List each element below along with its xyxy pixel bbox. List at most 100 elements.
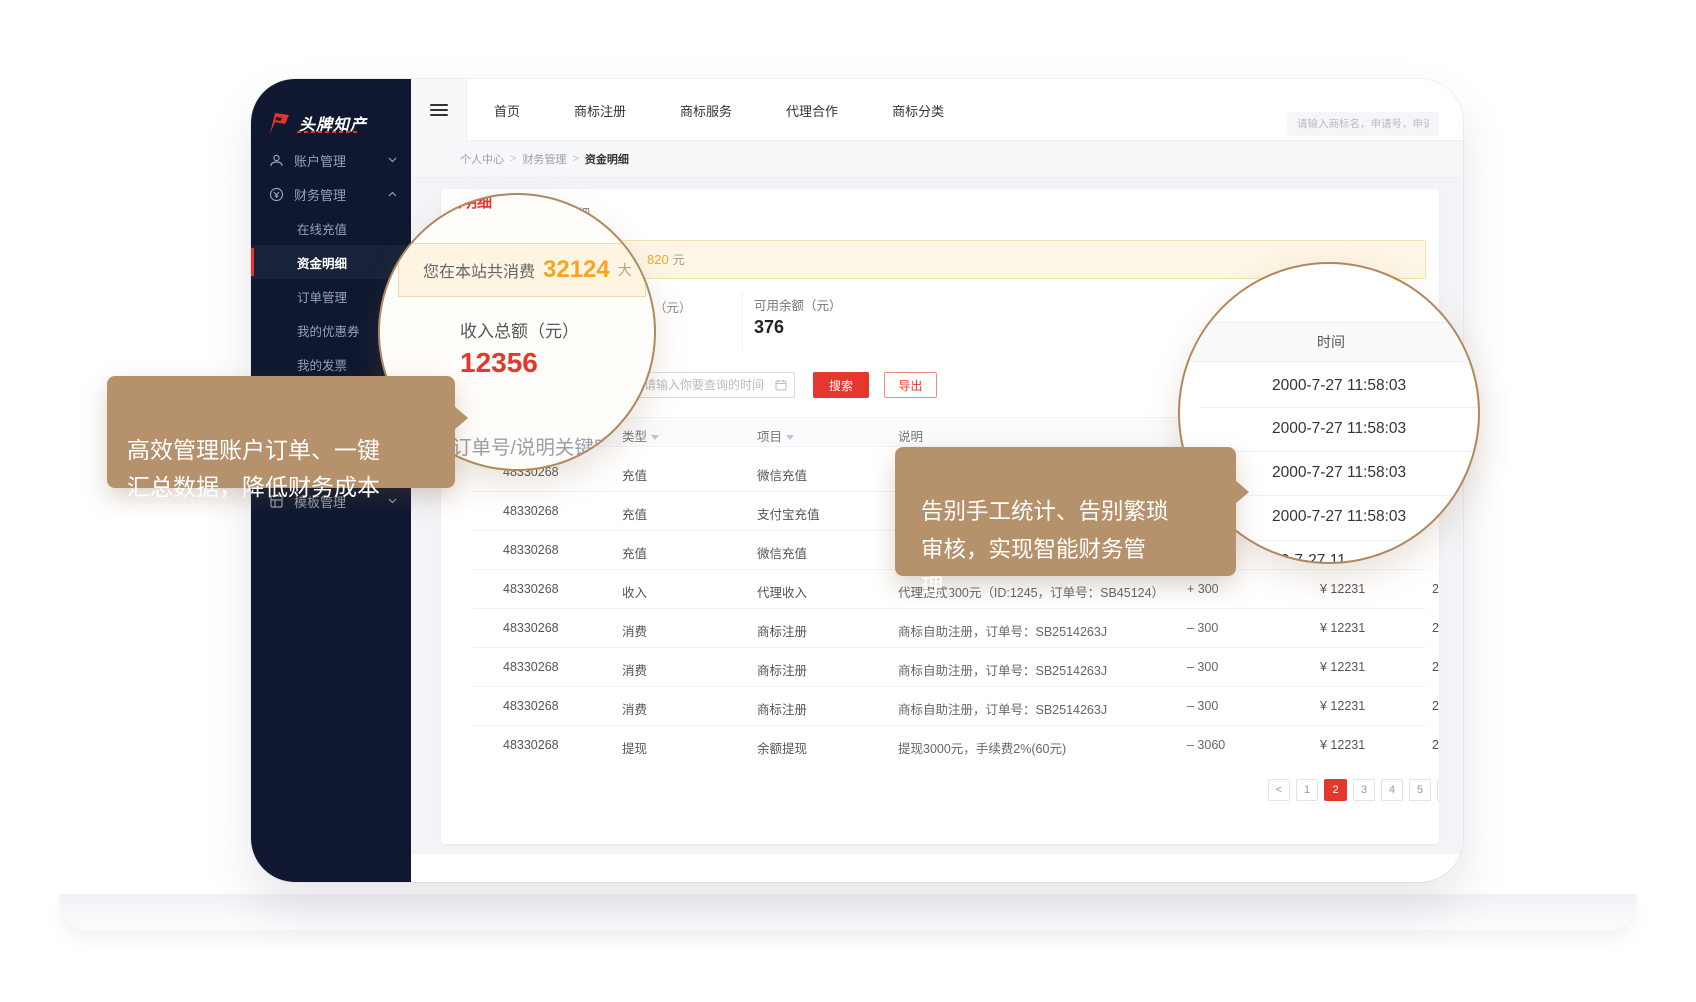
callout-arrow-right-icon [1235,480,1249,504]
cell-type: 收入 [622,582,647,601]
breadcrumb-item[interactable]: 财务管理 [522,151,566,167]
stat-balance-label: 可用余额（元） [754,295,842,314]
cell-type: 消费 [622,621,647,640]
breadcrumb-separator: > [572,153,578,165]
laptop-base [59,894,1637,930]
cell-amount: + 300 [1187,582,1219,596]
table-row[interactable]: 48330268 提现 余额提现 提现3000元，手续费2%(60元) – 30… [441,725,1439,764]
callout-arrow-right-icon [454,406,468,430]
cell-time-clipped: 2 [1432,621,1439,635]
callout-left: 高效管理账户订单、一键 汇总数据，降低财务成本 [107,376,455,488]
magnified-time-cell: 2000-7-27 11:58:03 [1272,464,1406,482]
nav-item-trademark-register[interactable]: 商标注册 [547,101,653,120]
next-page-button-clipped[interactable]: > [1437,779,1439,801]
column-header-project[interactable]: 项目 [757,426,794,445]
cell-time-clipped: 2 [1432,660,1439,674]
time-filter-input[interactable] [633,372,795,398]
breadcrumb-item-current: 资金明细 [585,151,629,167]
magnified-income-value: 12356 [460,347,538,379]
cell-order: 48330268 [503,699,559,713]
cell-time-clipped: 2 [1432,699,1439,713]
cell-desc: 商标自助注册，订单号：SB2514263J [898,699,1107,718]
magnified-banner-amount: 32124 [543,256,610,284]
table-row[interactable]: 48330268 消费 商标注册 商标自助注册，订单号：SB2514263J –… [441,647,1439,686]
magnified-time-header: 时间 [1317,332,1345,352]
sidebar-item-label: 财务管理 [294,185,346,204]
top-nav-menu: 首页 商标注册 商标服务 代理合作 商标分类 [467,79,971,141]
cell-type: 充值 [622,543,647,562]
callout-left-text: 高效管理账户订单、一键 汇总数据，降低财务成本 [127,437,380,500]
user-icon [269,153,284,168]
logo-flag-icon [267,111,291,135]
page-button-5[interactable]: 5 [1409,779,1431,801]
sidebar-item-online-recharge[interactable]: 在线充值 [251,211,411,245]
cell-amount: – 300 [1187,699,1218,713]
magnified-time-cell: 2000-7-27 11:58:03 [1272,420,1406,438]
search-button[interactable]: 搜索 [813,372,869,398]
nav-item-trademark-category[interactable]: 商标分类 [865,101,971,120]
column-header-type[interactable]: 类型 [622,426,659,445]
prev-page-button[interactable]: < [1268,779,1290,801]
sidebar-item-fund-details[interactable]: 资金明细 [251,245,411,279]
cell-balance: ¥ 12231 [1320,699,1365,713]
sidebar-item-finance[interactable]: 财务管理 [251,177,411,211]
trademark-search-input[interactable] [1287,112,1439,136]
sort-caret-icon [786,435,794,440]
cell-amount: – 3060 [1187,738,1225,752]
nav-item-trademark-service[interactable]: 商标服务 [653,101,759,120]
cell-amount: – 300 [1187,660,1218,674]
cell-balance: ¥ 12231 [1320,738,1365,752]
sidebar-item-label: 在线充值 [297,219,347,238]
export-button[interactable]: 导出 [884,372,937,398]
cell-project: 代理收入 [757,582,807,601]
menu-toggle-zone[interactable] [411,79,467,141]
cell-project: 商标注册 [757,621,807,640]
magnified-keyword-placeholder: 订单号/说明关键字 [452,431,613,460]
column-header-desc: 说明 [898,426,923,445]
hamburger-icon[interactable] [430,101,448,119]
banner-right: 820 元 [647,241,685,278]
nav-item-home[interactable]: 首页 [467,101,547,120]
pagination: < 1 2 3 4 5 > [1268,779,1439,801]
logo-subtitle-decoration [297,131,357,133]
table-row[interactable]: 48330268 消费 商标注册 商标自助注册，订单号：SB2514263J –… [441,686,1439,725]
cell-desc: 商标自助注册，订单号：SB2514263J [898,621,1107,640]
chevron-down-icon [388,157,397,163]
sidebar-item-label: 资金明细 [297,253,347,272]
cell-project: 微信充值 [757,543,807,562]
cell-project: 微信充值 [757,465,807,484]
sidebar-item-label: 账户管理 [294,151,346,170]
screenshot-stage: 头牌知产 账户管理 财务管理 [0,0,1696,1002]
nav-item-agent-cooperation[interactable]: 代理合作 [759,101,865,120]
cell-desc: 商标自助注册，订单号：SB2514263J [898,660,1107,679]
breadcrumb: 个人中心 > 财务管理 > 资金明细 [411,141,1463,178]
page-button-1[interactable]: 1 [1296,779,1318,801]
cell-order: 48330268 [503,738,559,752]
banner-unit: 元 [673,251,685,268]
cell-type: 消费 [622,660,647,679]
magnified-time-header-band: 时间 [1180,322,1480,362]
calendar-icon[interactable] [775,379,787,391]
finance-icon [269,187,284,202]
page-button-2-active[interactable]: 2 [1324,779,1347,801]
breadcrumb-item[interactable]: 个人中心 [460,151,504,167]
page-button-3[interactable]: 3 [1353,779,1375,801]
cell-type: 充值 [622,465,647,484]
magnified-tab-fragment: 资金明细 [432,193,492,212]
cell-project: 余额提现 [757,738,807,757]
cell-type: 消费 [622,699,647,718]
page-button-4[interactable]: 4 [1381,779,1403,801]
cell-order: 48330268 [503,660,559,674]
sidebar-item-account[interactable]: 账户管理 [251,143,411,177]
cell-order: 48330268 [503,543,559,557]
magnified-income-label: 收入总额（元） [460,317,579,342]
stat-balance-value: 376 [754,317,784,338]
cell-amount: – 300 [1187,621,1218,635]
cell-balance: ¥ 12231 [1320,621,1365,635]
app-logo: 头牌知产 [251,79,411,143]
cell-project: 商标注册 [757,660,807,679]
table-row[interactable]: 48330268 消费 商标注册 商标自助注册，订单号：SB2514263J –… [441,608,1439,647]
cell-balance: ¥ 12231 [1320,582,1365,596]
magnified-time-cell: 2000-7-27 11:58:03 [1272,377,1406,395]
top-navbar: 首页 商标注册 商标服务 代理合作 商标分类 [411,79,1463,141]
